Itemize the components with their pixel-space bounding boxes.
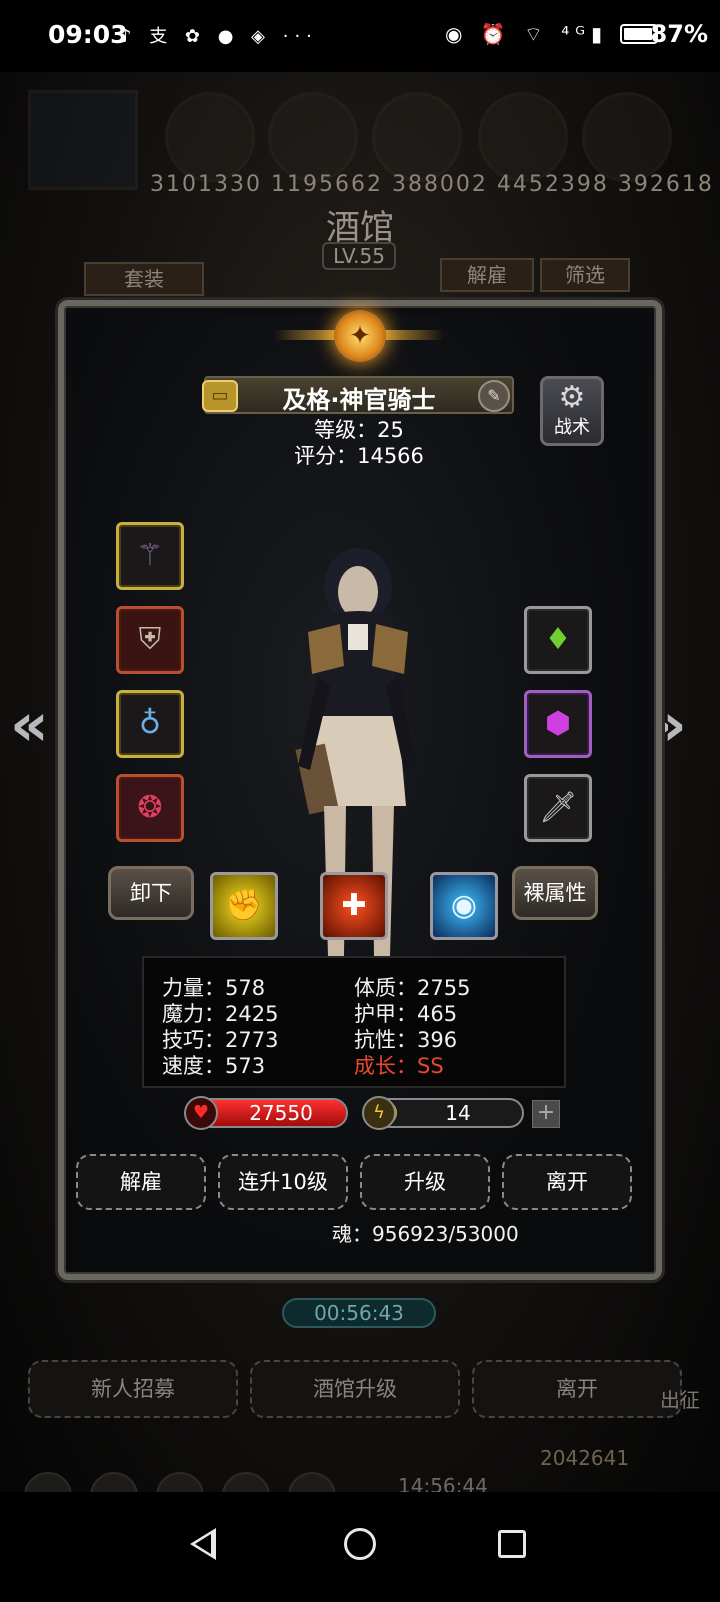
hero-detail-dialog: ✦ ▭ 及格·神官骑士 ✎ 等级：25 评分：14566 ⚙ 战术 ⚚ ⛨ ♁ … [58, 300, 662, 1280]
navigation-bar [0, 1492, 720, 1602]
bg-leave-button[interactable]: 离开 [472, 1360, 682, 1418]
prev-hero-arrow-icon[interactable]: « [10, 690, 49, 760]
skill-slot-2[interactable]: ✚ [320, 872, 388, 940]
level-up-button[interactable]: 升级 [360, 1154, 490, 1210]
system-status-icons: ◉ ⏰ ⌔ ⁴ᴳ▮ [444, 22, 608, 46]
armor-slot[interactable]: ⛨ [116, 606, 184, 674]
filter-button[interactable]: 筛选 [540, 258, 630, 292]
level-up-10-button[interactable]: 连升10级 [218, 1154, 348, 1210]
leave-button[interactable]: 离开 [502, 1154, 632, 1210]
resource-icon [372, 92, 462, 182]
hero-name: 及格·神官骑士 [282, 386, 436, 414]
skill-slot-1[interactable]: ✊ [210, 872, 278, 940]
status-bar: 09:03 ♪ 支 ✿ ● ◈ ··· ◉ ⏰ ⌔ ⁴ᴳ▮ 87% [0, 0, 720, 72]
ring-icon: ❂ [137, 790, 163, 825]
gear-icon: ⚙ [558, 380, 586, 415]
amulet-icon: ♁ [139, 706, 161, 741]
expedition-label[interactable]: 出征 [660, 1384, 700, 1413]
armor-icon: ⛨ [138, 622, 162, 657]
resource-icon [165, 92, 255, 182]
emblem-icon: ✦ [334, 310, 386, 362]
eye-skill-icon: ◉ [450, 888, 478, 923]
dismiss-button[interactable]: 解雇 [76, 1154, 206, 1210]
lock-icon[interactable]: ▭ [202, 380, 238, 412]
hp-value: 27550 [249, 1101, 313, 1125]
edit-icon[interactable]: ✎ [478, 380, 510, 412]
tavern-level: LV.55 [322, 242, 396, 270]
accessory-slot-1[interactable]: ♦ [524, 606, 592, 674]
set-button[interactable]: 套装 [84, 262, 204, 296]
purple-gem-icon: ⬢ [544, 706, 572, 741]
resource-icon [582, 92, 672, 182]
amulet-slot[interactable]: ♁ [116, 690, 184, 758]
status-time: 09:03 [48, 20, 128, 49]
gold-count: 2042641 [540, 1446, 630, 1470]
unequip-button[interactable]: 卸下 [108, 866, 194, 920]
stats-panel: 力量：578 魔力：2425 技巧：2773 速度：573 体质：2755 护甲… [142, 956, 566, 1088]
notification-icons: ♪ 支 ✿ ● ◈ ··· [120, 26, 318, 47]
hero-name-bar: ▭ 及格·神官骑士 ✎ [202, 376, 514, 414]
weapon-slot[interactable]: ⚚ [116, 522, 184, 590]
recruit-button[interactable]: 新人招募 [28, 1360, 238, 1418]
naked-attributes-button[interactable]: 裸属性 [512, 866, 598, 920]
tactic-button[interactable]: ⚙ 战术 [540, 376, 604, 446]
home-icon[interactable] [344, 1528, 376, 1560]
lightning-icon: ϟ [362, 1096, 396, 1130]
soul-count: 魂：956923/53000 [332, 1222, 519, 1246]
tavern-upgrade-button[interactable]: 酒馆升级 [250, 1360, 460, 1418]
green-gem-icon: ♦ [544, 622, 572, 657]
staff-icon: ⚚ [136, 538, 164, 573]
energy-value: 14 [445, 1101, 471, 1125]
skill-slot-3[interactable]: ◉ [430, 872, 498, 940]
tactic-label: 战术 [554, 417, 590, 438]
resource-icon [268, 92, 358, 182]
recruit-timer: 00:56:43 [282, 1298, 436, 1328]
heart-icon: ♥ [184, 1096, 218, 1130]
hp-bar: ♥ 27550 [184, 1096, 348, 1130]
ring-slot[interactable]: ❂ [116, 774, 184, 842]
accessory-slot-3[interactable]: 🗡 [524, 774, 592, 842]
battery-percent: 87% [650, 20, 708, 48]
recent-apps-icon[interactable] [498, 1530, 526, 1558]
back-icon-inner [195, 1534, 211, 1554]
add-energy-button[interactable]: + [532, 1100, 560, 1128]
bg-dismiss-button[interactable]: 解雇 [440, 258, 534, 292]
stat-growth: 成长：SS [354, 1054, 444, 1078]
stat-speed: 速度：573 [162, 1054, 266, 1078]
resource-icon [478, 92, 568, 182]
heal-cross-skill-icon: ✚ [341, 888, 367, 923]
energy-bar: ϟ 14 [362, 1096, 524, 1130]
dagger-icon: 🗡 [538, 790, 578, 825]
resource-counts: 3101330 1195662 388002 4452398 392618 [150, 172, 714, 197]
accessory-slot-2[interactable]: ⬢ [524, 690, 592, 758]
hero-portrait-bg [28, 90, 138, 190]
fist-skill-icon: ✊ [225, 888, 263, 923]
